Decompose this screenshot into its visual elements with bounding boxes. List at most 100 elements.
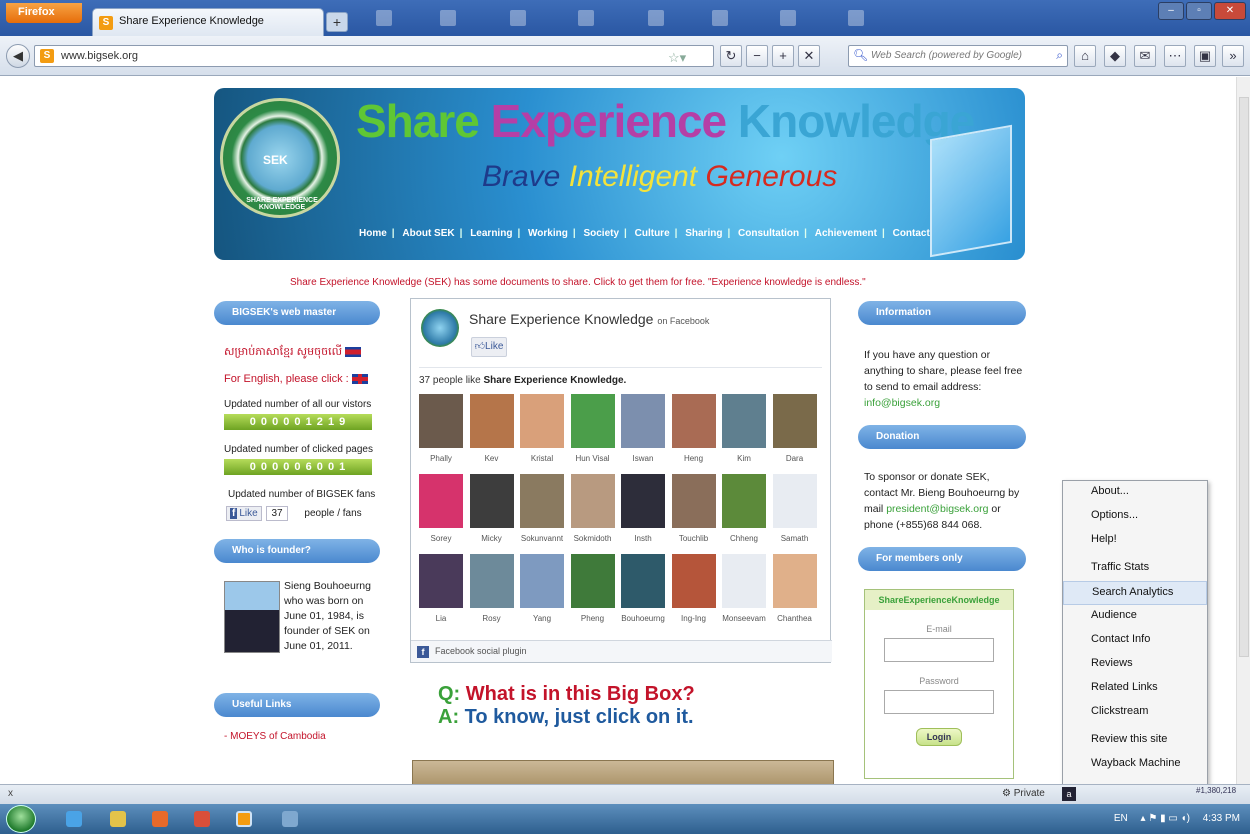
facebook-fan[interactable]: Ing-Ing bbox=[671, 554, 716, 623]
facebook-fan[interactable]: Pheng bbox=[570, 554, 615, 623]
language-indicator[interactable]: EN bbox=[1114, 813, 1128, 824]
search-go-icon[interactable]: ⌕ bbox=[1056, 48, 1063, 63]
tools-taskbar-icon[interactable] bbox=[282, 811, 298, 827]
addon-icon[interactable]: ◆ bbox=[1104, 45, 1126, 67]
facebook-fan[interactable]: Chanthea bbox=[772, 554, 817, 623]
facebook-fan[interactable]: Sokmidoth bbox=[570, 474, 615, 543]
facebook-fan[interactable]: Monseevam bbox=[722, 554, 766, 623]
facebook-fan[interactable]: Hun Visal bbox=[570, 394, 615, 463]
window-menu-button[interactable]: ▣ bbox=[1194, 45, 1216, 67]
context-menu-item[interactable]: Help! bbox=[1063, 529, 1207, 553]
new-tab-button[interactable]: + bbox=[326, 12, 348, 32]
tab-share-experience-knowledge[interactable]: S Share Experience Knowledge bbox=[92, 8, 324, 36]
clock[interactable]: 4:33 PM bbox=[1203, 813, 1240, 824]
menu-society[interactable]: Society bbox=[583, 228, 619, 239]
context-menu-item[interactable]: Traffic Stats bbox=[1063, 557, 1207, 581]
facebook-fan[interactable]: Dara bbox=[772, 394, 817, 463]
moeys-link[interactable]: - MOEYS of Cambodia bbox=[224, 731, 380, 742]
stop-button[interactable]: ✕ bbox=[798, 45, 820, 67]
menu-home[interactable]: Home bbox=[359, 228, 387, 239]
menu-contact[interactable]: Contact bbox=[893, 228, 930, 239]
email-field[interactable] bbox=[884, 638, 994, 662]
maximize-button[interactable]: ▫ bbox=[1186, 2, 1212, 20]
address-bar[interactable]: S www.bigsek.org bbox=[34, 45, 714, 67]
context-menu-item[interactable]: Review this site bbox=[1063, 729, 1207, 753]
bookmark-star-icon[interactable]: ☆▾ bbox=[668, 50, 686, 66]
menu-culture[interactable]: Culture bbox=[635, 228, 670, 239]
menu-achievement[interactable]: Achievement bbox=[815, 228, 877, 239]
facebook-fan[interactable]: Yang bbox=[520, 554, 564, 623]
like-count-page: Share Experience Knowledge. bbox=[483, 375, 627, 386]
facebook-page-title[interactable]: Share Experience Knowledge on Facebook bbox=[469, 311, 709, 327]
facebook-fan[interactable]: Chheng bbox=[722, 474, 766, 543]
facebook-fan[interactable]: Insth bbox=[621, 474, 665, 543]
office-icon[interactable] bbox=[194, 811, 210, 827]
fans-like-button[interactable]: f Like bbox=[226, 506, 262, 521]
facebook-fan[interactable]: Kev bbox=[469, 394, 514, 463]
zoom-out-button[interactable]: − bbox=[746, 45, 768, 67]
facebook-fan[interactable]: Kim bbox=[722, 394, 766, 463]
tray-icons[interactable]: ▴ ⚑ ▮ ▭ ◖) bbox=[1141, 813, 1190, 824]
slogan-brave: Brave bbox=[482, 160, 561, 193]
facebook-fan[interactable]: Heng bbox=[671, 394, 716, 463]
facebook-fan[interactable]: Iswan bbox=[621, 394, 665, 463]
sek-page-logo[interactable] bbox=[421, 309, 459, 347]
reload-button[interactable]: ↻ bbox=[720, 45, 742, 67]
private-mode-indicator[interactable]: ⚙︎ Private bbox=[1002, 788, 1045, 799]
facebook-fan[interactable]: Sokunvannt bbox=[520, 474, 564, 543]
firefox-taskbar-icon[interactable] bbox=[236, 811, 252, 827]
context-menu-item[interactable]: Wayback Machine bbox=[1063, 753, 1207, 777]
context-menu-item[interactable]: Search Analytics bbox=[1063, 581, 1207, 605]
close-addon-bar-button[interactable]: x bbox=[8, 788, 13, 799]
context-menu-item[interactable]: Contact Info bbox=[1063, 629, 1207, 653]
facebook-fan[interactable]: Sorey bbox=[419, 474, 463, 543]
close-window-button[interactable]: ✕ bbox=[1214, 2, 1246, 20]
menu-working[interactable]: Working bbox=[528, 228, 568, 239]
facebook-fan[interactable]: Kristal bbox=[520, 394, 564, 463]
minimize-button[interactable]: – bbox=[1158, 2, 1184, 20]
page-scrollbar[interactable] bbox=[1236, 77, 1250, 784]
start-button[interactable] bbox=[6, 805, 36, 833]
tools-menu-button[interactable]: ⋯ bbox=[1164, 45, 1186, 67]
password-field[interactable] bbox=[884, 690, 994, 714]
context-menu-item[interactable]: Related Links bbox=[1063, 677, 1207, 701]
media-player-icon[interactable] bbox=[152, 811, 168, 827]
addon-mail-icon[interactable]: ✉ bbox=[1134, 45, 1156, 67]
internet-explorer-icon[interactable] bbox=[66, 811, 82, 827]
facebook-fan[interactable]: Micky bbox=[469, 474, 514, 543]
info-email-link[interactable]: info@bigsek.org bbox=[864, 397, 940, 409]
big-box-question[interactable]: Q: What is in this Big Box? A: To know, … bbox=[438, 683, 695, 729]
menu-learning[interactable]: Learning bbox=[470, 228, 512, 239]
menu-consultation[interactable]: Consultation bbox=[738, 228, 799, 239]
context-menu-item[interactable]: Options... bbox=[1063, 505, 1207, 529]
home-button[interactable]: ⌂ bbox=[1074, 45, 1096, 67]
facebook-fan[interactable]: Lia bbox=[419, 554, 463, 623]
back-button[interactable]: ◀ bbox=[6, 44, 30, 68]
toolbar-overflow-button[interactable]: » bbox=[1222, 45, 1244, 67]
context-menu-item[interactable]: Clickstream bbox=[1063, 701, 1207, 725]
fan-name: Chanthea bbox=[777, 614, 812, 623]
firefox-menu-button[interactable]: Firefox bbox=[6, 3, 82, 23]
menu-about[interactable]: About SEK bbox=[402, 228, 454, 239]
alexa-toolbar-icon[interactable]: a bbox=[1062, 787, 1076, 801]
facebook-fan[interactable]: Bouhoeurng bbox=[621, 554, 665, 623]
facebook-fan[interactable]: Touchlib bbox=[671, 474, 716, 543]
english-language-link[interactable]: For English, please click : bbox=[224, 373, 380, 385]
facebook-fan[interactable]: Phally bbox=[419, 394, 463, 463]
search-engine-icon[interactable]: 🔍︎ bbox=[853, 48, 868, 62]
file-explorer-icon[interactable] bbox=[110, 811, 126, 827]
context-menu-item[interactable]: Audience bbox=[1063, 605, 1207, 629]
khmer-language-link[interactable]: សម្រាប់ភាសាខ្មែរ សូមចុចលើ bbox=[224, 345, 380, 361]
donation-email-link[interactable]: president@bigsek.org bbox=[886, 503, 988, 515]
login-button[interactable]: Login bbox=[916, 728, 962, 746]
zoom-in-button[interactable]: + bbox=[772, 45, 794, 67]
scrollbar-thumb[interactable] bbox=[1239, 97, 1249, 657]
facebook-like-button[interactable]: 👍︎Like bbox=[471, 337, 507, 357]
context-menu-item[interactable]: Reviews bbox=[1063, 653, 1207, 677]
facebook-fan[interactable]: Rosy bbox=[469, 554, 514, 623]
facebook-fan[interactable]: Samath bbox=[772, 474, 817, 543]
search-input[interactable]: 🔍︎ Web Search (powered by Google) ⌕ bbox=[848, 45, 1068, 67]
context-menu-item[interactable]: About... bbox=[1063, 481, 1207, 505]
big-box-image[interactable] bbox=[412, 760, 834, 784]
menu-sharing[interactable]: Sharing bbox=[685, 228, 722, 239]
